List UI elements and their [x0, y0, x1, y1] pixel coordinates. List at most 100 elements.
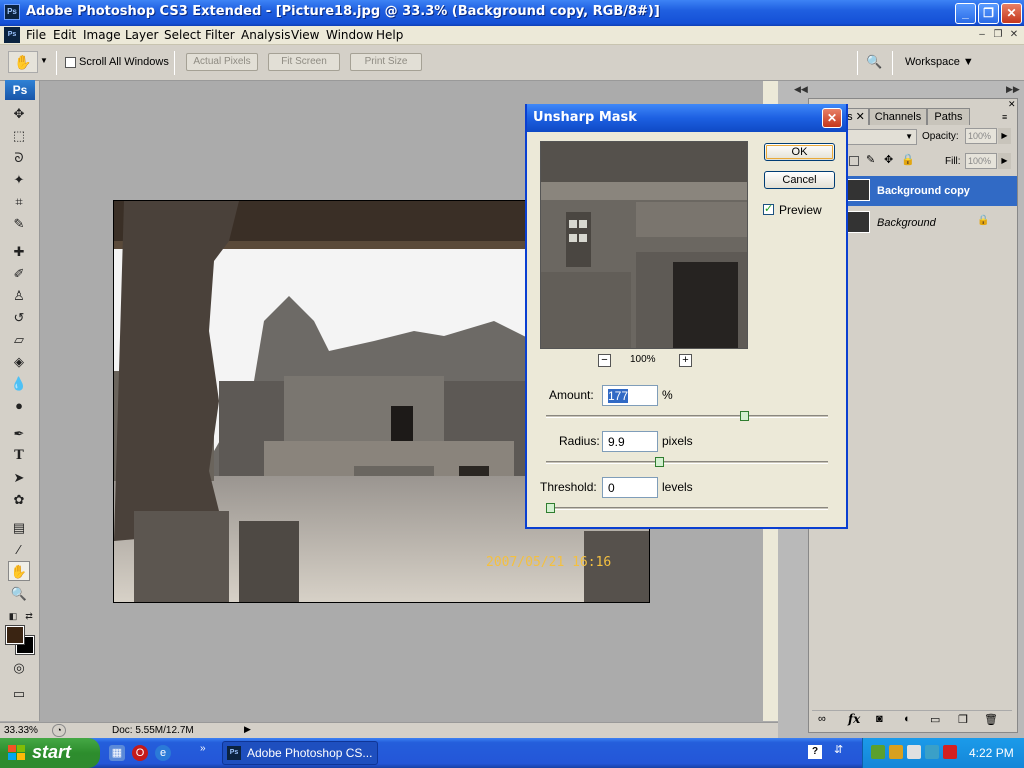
eraser-tool-icon[interactable]: ▱	[8, 330, 30, 350]
shape-tool-icon[interactable]: ✿	[8, 490, 30, 510]
adjustment-layer-icon[interactable]: ◐	[904, 713, 911, 725]
menu-view[interactable]: View	[291, 28, 319, 42]
threshold-slider-thumb[interactable]	[546, 503, 555, 513]
layer-row-background-copy[interactable]: Background copy	[843, 176, 1017, 206]
path-selection-icon[interactable]: ➤	[8, 468, 30, 488]
radius-slider-track[interactable]	[546, 461, 828, 464]
amount-slider-thumb[interactable]	[739, 411, 749, 421]
pen-tool-icon[interactable]: ✒	[8, 424, 30, 444]
move-tool-icon[interactable]: ✥	[8, 104, 30, 124]
foreground-color-swatch[interactable]	[5, 625, 25, 645]
menu-layer[interactable]: Layer	[125, 28, 158, 42]
ok-button[interactable]: OK	[764, 143, 835, 161]
start-button[interactable]: start	[0, 738, 100, 768]
screen-mode-icon[interactable]: ▭	[8, 684, 30, 704]
link-layers-icon[interactable]: ∞	[818, 713, 826, 725]
search-tray-icon[interactable]	[943, 745, 957, 759]
workspace-menu[interactable]: Workspace ▼	[905, 56, 974, 68]
lock-position-icon[interactable]: ✥	[884, 153, 893, 166]
eyedropper-tool-icon[interactable]: ⁄	[8, 540, 30, 560]
lasso-tool-icon[interactable]: ᘐ	[8, 148, 30, 168]
fill-field[interactable]: 100%	[965, 153, 997, 169]
menu-filter[interactable]: Filter	[205, 28, 235, 42]
new-group-icon[interactable]: ▭	[930, 713, 940, 726]
cancel-button[interactable]: Cancel	[764, 171, 835, 189]
paint-bucket-icon[interactable]: ◈	[8, 352, 30, 372]
menu-help[interactable]: Help	[376, 28, 403, 42]
maximize-button[interactable]: ❐	[978, 3, 999, 24]
radius-input[interactable]: 9.9	[602, 431, 658, 452]
panel-menu-icon[interactable]: ≡	[1002, 112, 1007, 122]
lock-pixels-icon[interactable]: ✎	[866, 153, 875, 166]
network-icon[interactable]	[871, 745, 885, 759]
language-bar-icon[interactable]: ⇵	[834, 743, 843, 756]
preview-checkbox[interactable]: ✓	[763, 203, 774, 215]
expand-panel-icon[interactable]: ▶▶	[1006, 84, 1020, 95]
lock-all-icon[interactable]: 🔒	[901, 153, 915, 166]
fit-screen-button[interactable]: Fit Screen	[268, 53, 340, 71]
lock-transparency-icon[interactable]	[849, 156, 859, 166]
threshold-slider-track[interactable]	[546, 507, 828, 510]
marquee-tool-icon[interactable]: ⬚	[8, 126, 30, 146]
fill-arrow-icon[interactable]: ▶	[998, 153, 1011, 169]
brush-tool-icon[interactable]: ✐	[8, 264, 30, 284]
hand-tool-preset-icon[interactable]: ✋	[8, 51, 38, 73]
collapse-panel-icon[interactable]: ◀◀	[794, 84, 808, 95]
history-brush-icon[interactable]: ↺	[8, 308, 30, 328]
clone-stamp-icon[interactable]: ♙	[8, 286, 30, 306]
healing-brush-icon[interactable]: ✚	[8, 242, 30, 262]
doc-minimize-icon[interactable]: –	[975, 28, 989, 42]
amount-input[interactable]: 177	[602, 385, 658, 406]
amount-slider-track[interactable]	[546, 415, 828, 418]
zoom-in-button[interactable]: +	[679, 354, 692, 367]
menu-image[interactable]: Image	[83, 28, 121, 42]
sync-icon[interactable]	[925, 745, 939, 759]
radius-slider-thumb[interactable]	[655, 457, 665, 467]
actual-pixels-button[interactable]: Actual Pixels	[186, 53, 258, 71]
layer-row-background[interactable]: Background 🔒	[843, 208, 1017, 238]
layer-mask-icon[interactable]: ◙	[876, 713, 883, 725]
photoshop-app-icon[interactable]: Ps	[4, 4, 20, 20]
preview-window[interactable]	[540, 141, 748, 349]
dialog-close-button[interactable]: ✕	[822, 108, 842, 128]
menu-edit[interactable]: Edit	[53, 28, 76, 42]
help-icon[interactable]: ?	[808, 745, 822, 759]
doc-close-icon[interactable]: ✕	[1007, 28, 1021, 42]
opera-browser-icon[interactable]: O	[132, 745, 148, 761]
blend-mode-select[interactable]: ▼	[845, 129, 917, 145]
hand-tool-icon[interactable]: ✋	[8, 561, 30, 581]
layer-style-icon[interactable]: fx	[848, 712, 860, 726]
scroll-all-windows-checkbox[interactable]	[65, 57, 76, 68]
quick-mask-icon[interactable]: ◎	[8, 658, 30, 678]
zoom-out-button[interactable]: −	[598, 354, 611, 367]
crop-tool-icon[interactable]: ⌗	[8, 192, 30, 212]
blur-tool-icon[interactable]: 💧	[8, 374, 30, 394]
trash-icon[interactable]: 🗑	[984, 713, 998, 726]
bridge-icon[interactable]: 🔍	[866, 54, 884, 70]
opacity-field[interactable]: 100%	[965, 128, 997, 144]
notes-tool-icon[interactable]: ▤	[8, 518, 30, 538]
zoom-level[interactable]: 33.33%	[4, 725, 38, 736]
swap-colors-icon[interactable]: ⇄	[18, 606, 40, 626]
chevron-down-icon[interactable]: ▼	[40, 56, 48, 65]
internet-explorer-icon[interactable]: e	[155, 745, 171, 761]
close-button[interactable]: ✕	[1001, 3, 1022, 24]
photoshop-logo[interactable]: Ps	[5, 80, 35, 100]
tab-paths[interactable]: Paths	[927, 108, 970, 125]
zoom-tool-icon[interactable]: 🔍	[8, 584, 30, 604]
menu-select[interactable]: Select	[164, 28, 201, 42]
menu-window[interactable]: Window	[326, 28, 373, 42]
tab-channels[interactable]: Channels	[869, 108, 927, 125]
status-menu-icon[interactable]: ◔	[52, 724, 66, 737]
print-size-button[interactable]: Print Size	[350, 53, 422, 71]
doc-restore-icon[interactable]: ❐	[991, 28, 1005, 42]
quicklaunch-more-icon[interactable]: »	[200, 743, 206, 754]
taskbar-photoshop-item[interactable]: Ps Adobe Photoshop CS...	[222, 741, 378, 765]
status-arrow-icon[interactable]: ▶	[244, 724, 251, 735]
volume-icon[interactable]	[889, 745, 903, 759]
minimize-button[interactable]: _	[955, 3, 976, 24]
document-icon[interactable]: Ps	[4, 27, 20, 43]
dodge-tool-icon[interactable]: ●	[8, 396, 30, 416]
type-tool-icon[interactable]: T	[8, 446, 30, 466]
panel-close-icon[interactable]: ✕	[1008, 99, 1016, 110]
